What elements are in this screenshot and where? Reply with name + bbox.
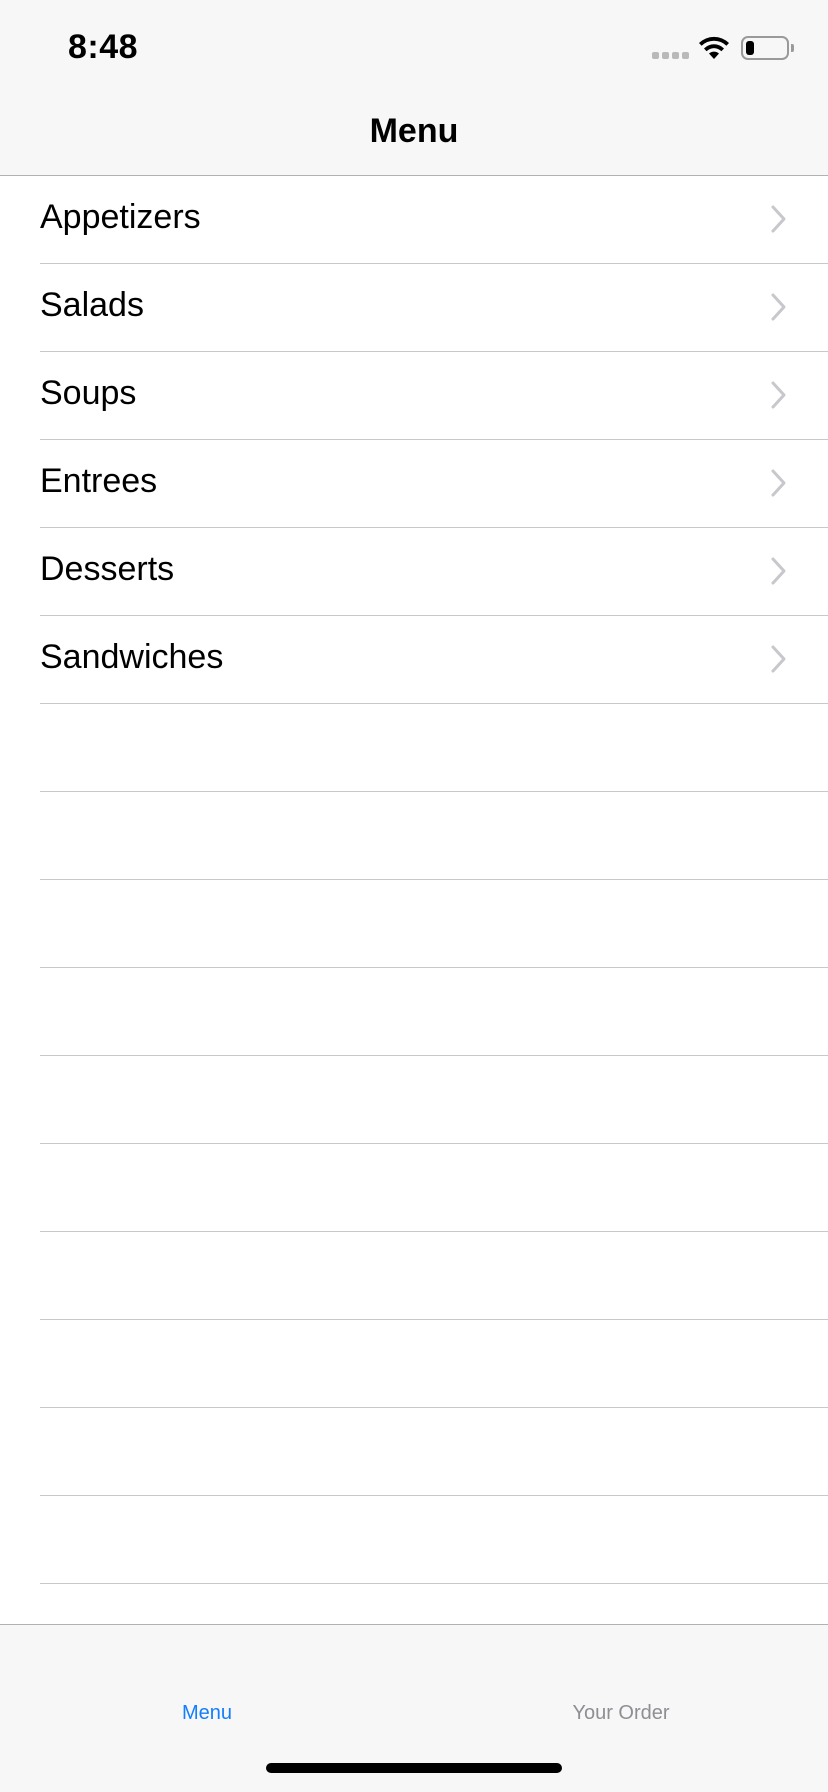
list-item-appetizers[interactable]: Appetizers <box>0 176 828 264</box>
empty-row <box>0 1496 828 1584</box>
empty-row <box>0 792 828 880</box>
navigation-bar: Menu <box>0 90 828 176</box>
home-indicator[interactable] <box>266 1763 562 1773</box>
list-item-salads[interactable]: Salads <box>0 264 828 352</box>
page-title: Menu <box>369 112 459 150</box>
tab-label: Menu <box>181 1702 233 1724</box>
tab-label: Your Order <box>572 1702 670 1724</box>
tab-your-order[interactable]: Your Order <box>414 1625 828 1725</box>
chevron-right-icon <box>771 205 786 233</box>
chevron-right-icon <box>771 557 786 585</box>
empty-row <box>0 1232 828 1320</box>
chevron-right-icon <box>771 293 786 321</box>
empty-row <box>0 704 828 792</box>
empty-row <box>0 968 828 1056</box>
cellular-signal-icon <box>652 52 689 59</box>
chevron-right-icon <box>771 469 786 497</box>
empty-row <box>0 1144 828 1232</box>
status-bar: 8:48 <box>0 0 828 90</box>
list-item-label: Soups <box>40 374 137 412</box>
status-time: 8:48 <box>68 28 139 66</box>
wifi-icon <box>699 36 729 59</box>
list-item-entrees[interactable]: Entrees <box>0 440 828 528</box>
empty-row <box>0 880 828 968</box>
empty-row <box>0 1408 828 1496</box>
menu-category-list: Appetizers Salads Soups Entrees Desserts… <box>0 176 828 1584</box>
list-item-label: Desserts <box>40 550 175 588</box>
empty-row <box>0 1320 828 1408</box>
battery-level <box>746 41 754 55</box>
list-item-label: Salads <box>40 286 144 324</box>
list-item-soups[interactable]: Soups <box>0 352 828 440</box>
chevron-right-icon <box>771 645 786 673</box>
list-item-sandwiches[interactable]: Sandwiches <box>0 616 828 704</box>
tab-menu[interactable]: Menu <box>0 1625 414 1725</box>
battery-cap <box>791 44 794 52</box>
list-item-label: Sandwiches <box>40 638 224 676</box>
chevron-right-icon <box>771 381 786 409</box>
empty-row <box>0 1056 828 1144</box>
list-item-label: Entrees <box>40 462 158 500</box>
list-item-desserts[interactable]: Desserts <box>0 528 828 616</box>
list-item-label: Appetizers <box>40 198 201 236</box>
battery-icon <box>741 36 789 60</box>
